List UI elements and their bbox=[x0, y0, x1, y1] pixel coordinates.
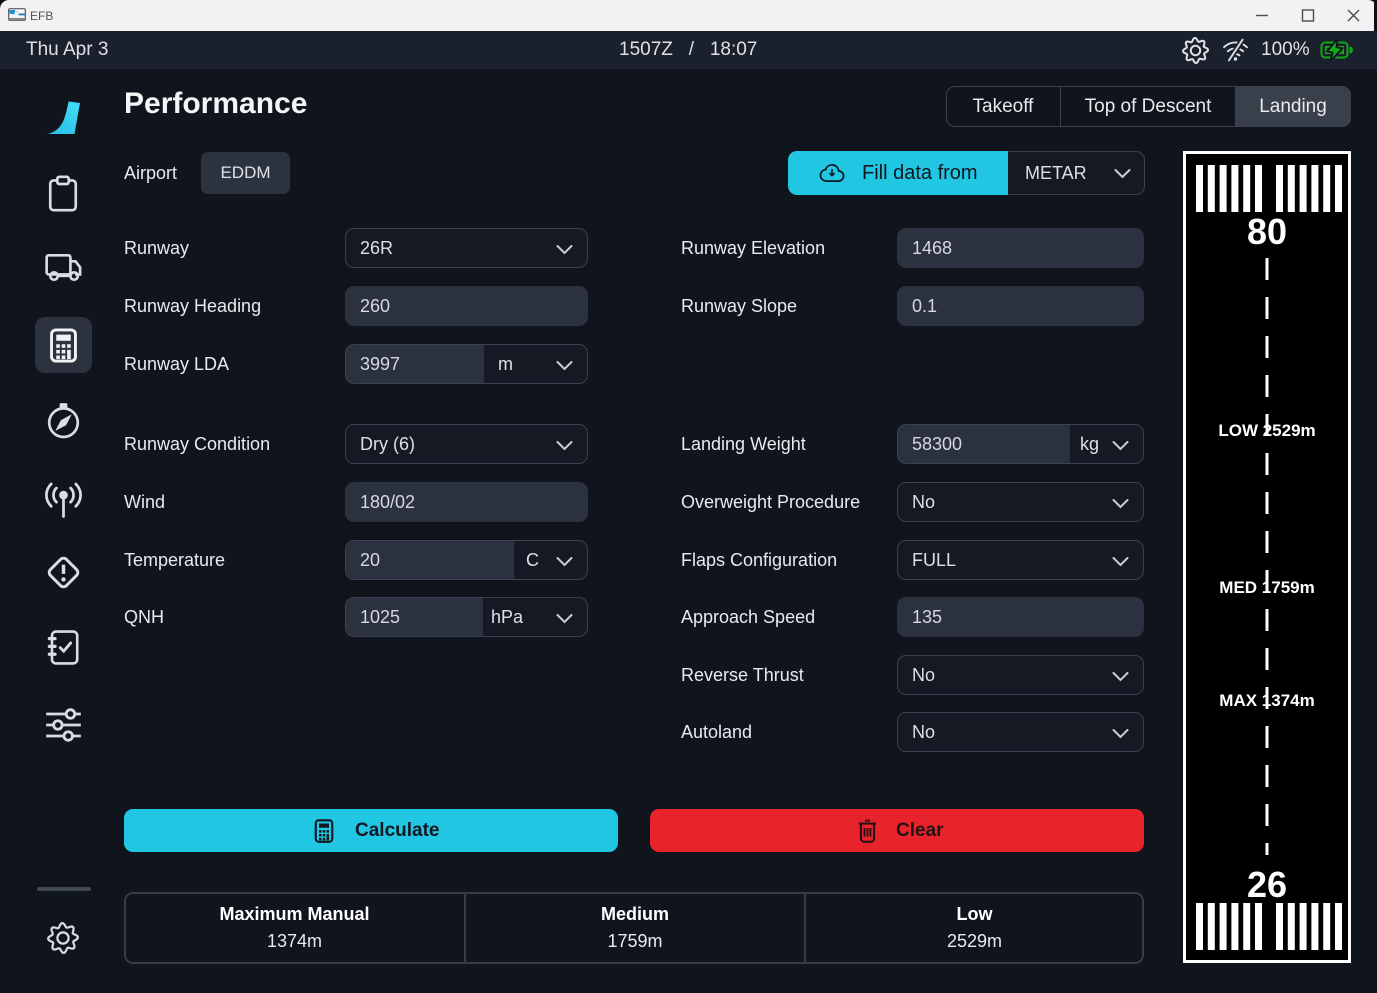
svg-text:MAX 1374m: MAX 1374m bbox=[1219, 691, 1314, 710]
svg-text:26: 26 bbox=[1247, 864, 1287, 905]
svg-text:LOW 2529m: LOW 2529m bbox=[1218, 421, 1315, 440]
svg-text:MED 1759m: MED 1759m bbox=[1219, 578, 1314, 597]
svg-text:80: 80 bbox=[1247, 211, 1287, 252]
